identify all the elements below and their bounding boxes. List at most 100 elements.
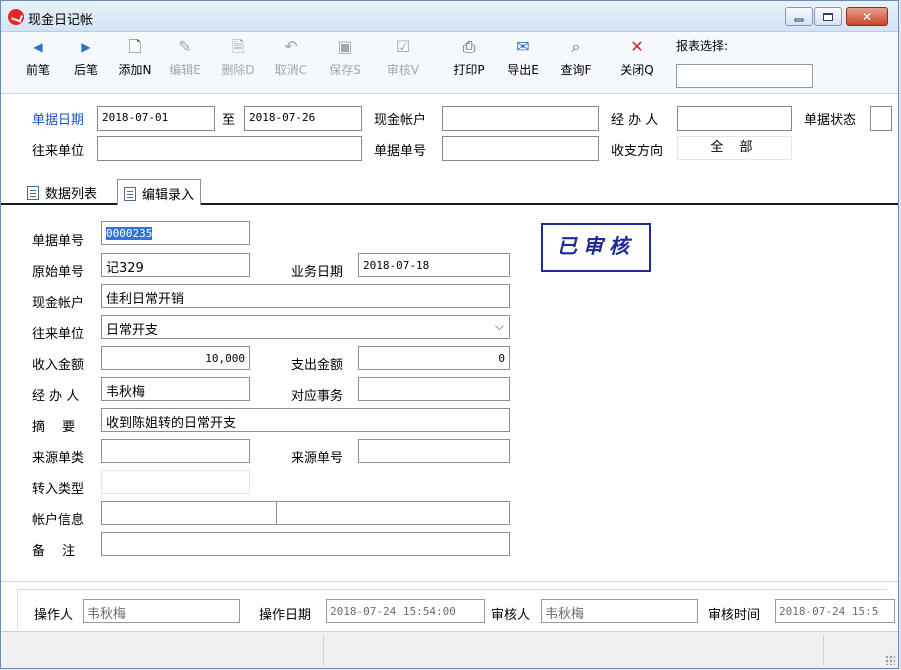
account-info-label: 帐户信息 bbox=[32, 513, 85, 528]
remark-label: 备 注 bbox=[32, 544, 76, 559]
save-label: 保存S bbox=[329, 63, 361, 77]
party-select[interactable]: 日常开支 ⌵ bbox=[101, 315, 510, 339]
summary-input[interactable]: 收到陈姐转的日常开支 bbox=[101, 408, 510, 432]
main-window: 现金日记帐 ✕ ◀ 前笔 ▶ 后笔 🗋 添加N ✎ 编辑E 🗎 删除D ↶ 取消… bbox=[0, 0, 899, 669]
maximize-icon bbox=[823, 12, 833, 21]
export-button[interactable]: ✉ 导出E bbox=[501, 36, 545, 78]
doc-no-filter-label: 单据单号 bbox=[374, 144, 427, 159]
remark-input[interactable] bbox=[101, 532, 510, 556]
biz-date-input[interactable]: 2018-07-18 bbox=[358, 253, 510, 277]
income-input[interactable]: 10,000 bbox=[101, 346, 250, 370]
matter-input[interactable] bbox=[358, 377, 510, 401]
export-icon: ✉ bbox=[516, 37, 530, 56]
source-type-label: 来源单类 bbox=[32, 451, 85, 466]
handler-filter-label: 经 办 人 bbox=[611, 113, 659, 128]
print-button[interactable]: ⎙ 打印P bbox=[447, 36, 491, 78]
summary-label: 摘 要 bbox=[32, 420, 76, 435]
arrow-right-icon: ▶ bbox=[81, 40, 91, 54]
chevron-down-icon[interactable]: ⌵ bbox=[495, 319, 504, 334]
edit-label: 编辑E bbox=[169, 63, 201, 77]
prev-record-button[interactable]: ◀ 前笔 bbox=[16, 36, 60, 78]
doc-status-input[interactable] bbox=[870, 106, 892, 131]
transfer-type-label: 转入类型 bbox=[32, 482, 85, 497]
next-record-label: 后笔 bbox=[73, 63, 98, 77]
close-icon: ✕ bbox=[861, 9, 873, 24]
audit-button[interactable]: ☑ 审核V bbox=[381, 36, 425, 78]
footer-panel: 操作人 韦秋梅 操作日期 2018-07-24 15:54:00 审核人 韦秋梅… bbox=[1, 581, 898, 631]
income-label: 收入金额 bbox=[32, 358, 85, 373]
arrow-left-icon: ◀ bbox=[33, 40, 43, 54]
party-filter-label: 往来单位 bbox=[32, 144, 85, 159]
transfer-type-input[interactable] bbox=[101, 470, 250, 494]
expense-input[interactable]: 0 bbox=[358, 346, 510, 370]
account-info-input-1[interactable] bbox=[101, 501, 277, 525]
date-from-input[interactable]: 2018-07-01 bbox=[97, 106, 215, 131]
report-select-input[interactable] bbox=[676, 64, 813, 88]
cancel-button[interactable]: ↶ 取消C bbox=[269, 36, 313, 78]
cash-account-input[interactable]: 佳利日常开销 bbox=[101, 284, 510, 308]
query-label: 查询F bbox=[560, 63, 592, 77]
minimize-button[interactable] bbox=[785, 7, 813, 26]
source-type-input[interactable] bbox=[101, 439, 250, 463]
add-document-icon: 🗋 bbox=[128, 37, 142, 56]
prev-record-label: 前笔 bbox=[25, 63, 50, 77]
orig-no-input[interactable]: 记329 bbox=[101, 253, 250, 277]
resize-grip-icon[interactable] bbox=[885, 655, 895, 665]
tab-data-list[interactable]: 数据列表 bbox=[21, 179, 103, 205]
handler-input[interactable]: 韦秋梅 bbox=[101, 377, 250, 401]
to-label: 至 bbox=[222, 113, 236, 128]
maximize-button[interactable] bbox=[814, 7, 842, 26]
close-icon: ✕ bbox=[630, 37, 644, 56]
app-logo-icon bbox=[8, 9, 24, 25]
cash-account-filter-input[interactable] bbox=[442, 106, 599, 131]
close-window-button[interactable]: ✕ bbox=[846, 7, 888, 26]
source-no-input[interactable] bbox=[358, 439, 510, 463]
doc-no-filter-input[interactable] bbox=[442, 136, 599, 161]
date-label: 单据日期 bbox=[32, 113, 85, 128]
audit-icon: ☑ bbox=[395, 37, 411, 56]
handler-filter-input[interactable] bbox=[677, 106, 792, 131]
tab-edit-entry[interactable]: 编辑录入 bbox=[117, 179, 202, 205]
status-separator bbox=[323, 635, 324, 665]
status-bar bbox=[1, 631, 898, 668]
filter-panel: 单据日期 2018-07-01 至 2018-07-26 现金帐户 经 办 人 … bbox=[1, 94, 898, 171]
toolbar: ◀ 前笔 ▶ 后笔 🗋 添加N ✎ 编辑E 🗎 删除D ↶ 取消C ▣ 保存S … bbox=[1, 32, 898, 94]
audit-time-input[interactable]: 2018-07-24 15:5 bbox=[775, 599, 895, 623]
op-date-input[interactable]: 2018-07-24 15:54:00 bbox=[326, 599, 485, 623]
delete-label: 删除D bbox=[221, 63, 255, 77]
next-record-button[interactable]: ▶ 后笔 bbox=[64, 36, 108, 78]
window-title: 现金日记帐 bbox=[28, 13, 94, 28]
save-icon: ▣ bbox=[337, 37, 353, 56]
biz-date-label: 业务日期 bbox=[291, 265, 344, 280]
operator-input[interactable]: 韦秋梅 bbox=[83, 599, 240, 623]
direction-select[interactable]: 全 部 bbox=[677, 136, 792, 160]
status-separator bbox=[823, 635, 824, 665]
party-label: 往来单位 bbox=[32, 327, 85, 342]
party-filter-input[interactable] bbox=[97, 136, 362, 161]
operator-label: 操作人 bbox=[34, 608, 74, 623]
cancel-label: 取消C bbox=[274, 63, 308, 77]
report-select-label: 报表选择: bbox=[676, 39, 729, 53]
printer-icon: ⎙ bbox=[462, 37, 476, 56]
expense-label: 支出金额 bbox=[291, 358, 344, 373]
save-button[interactable]: ▣ 保存S bbox=[323, 36, 367, 78]
delete-button[interactable]: 🗎 删除D bbox=[216, 36, 260, 78]
handler-label: 经 办 人 bbox=[32, 389, 80, 404]
audit-label: 审核V bbox=[386, 63, 420, 77]
add-button[interactable]: 🗋 添加N bbox=[113, 36, 157, 78]
audit-time-label: 审核时间 bbox=[708, 608, 761, 623]
doc-no-input[interactable]: 0000235 bbox=[101, 221, 250, 245]
doc-no-value: 0000235 bbox=[106, 227, 153, 240]
party-value: 日常开支 bbox=[106, 323, 159, 338]
query-button[interactable]: ⌕ 查询F bbox=[554, 36, 598, 78]
minimize-icon bbox=[794, 18, 804, 21]
form-icon bbox=[124, 187, 136, 201]
edit-button[interactable]: ✎ 编辑E bbox=[163, 36, 207, 78]
doc-status-label: 单据状态 bbox=[804, 113, 857, 128]
close-button[interactable]: ✕ 关闭Q bbox=[615, 36, 659, 78]
undo-icon: ↶ bbox=[284, 37, 298, 56]
audited-stamp: 已审核 bbox=[541, 223, 651, 272]
account-info-input-2[interactable] bbox=[276, 501, 510, 525]
date-to-input[interactable]: 2018-07-26 bbox=[244, 106, 362, 131]
auditor-input[interactable]: 韦秋梅 bbox=[541, 599, 698, 623]
